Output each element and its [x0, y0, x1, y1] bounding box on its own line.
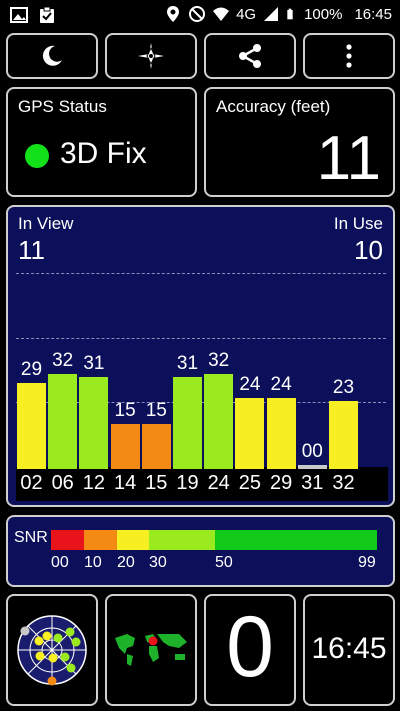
prn-label: 06: [51, 472, 74, 494]
snr-segment-red: [51, 530, 84, 550]
signal-bar: [110, 424, 140, 469]
prn-label: 32: [332, 472, 355, 494]
satellite-signal-panel[interactable]: In View 11 In Use 10 29 02 32 06 31 12 15 14 15 1…: [6, 205, 395, 507]
signal-bar: [79, 376, 109, 469]
gps-status-label: GPS Status: [18, 97, 107, 116]
signal-bar: [329, 400, 358, 469]
battery-icon: [287, 8, 293, 20]
bar-value-label: 31: [83, 352, 105, 374]
signal-bar: [266, 397, 296, 469]
snr-scale-panel: SNR 00 10 20 30 50 99: [6, 515, 395, 587]
gps-fix-value: 3D Fix: [60, 137, 147, 170]
snr-tick: 50: [215, 554, 233, 571]
night-mode-button[interactable]: [6, 33, 98, 79]
signal-bar: [17, 382, 46, 469]
prn-label: 15: [145, 472, 168, 494]
clock-tile[interactable]: 16:45: [303, 594, 395, 706]
compass-icon: [138, 43, 164, 69]
accuracy-value: 11: [316, 124, 381, 193]
bar-value-label: 24: [270, 373, 292, 395]
status-time: 16:45: [354, 5, 392, 23]
prn-label: 29: [269, 472, 293, 494]
bar-value-label: 15: [145, 400, 167, 422]
counter-value: 0: [226, 599, 274, 695]
image-notification-icon: [10, 7, 28, 23]
snr-tick: 20: [117, 554, 135, 571]
moon-icon: [42, 45, 62, 66]
signal-bar: [204, 374, 234, 469]
bar-value-label: 32: [208, 350, 230, 371]
snr-segment-green: [215, 530, 377, 550]
network-type: 4G: [236, 5, 257, 23]
snr-tick: 00: [51, 554, 69, 571]
signal-bar: [141, 424, 171, 469]
share-icon: [239, 44, 261, 68]
counter-tile[interactable]: 0: [204, 594, 296, 706]
clipboard-check-icon: [40, 6, 54, 23]
snr-segment-yellow: [117, 530, 149, 550]
share-button[interactable]: [204, 33, 296, 79]
sky-plot-button[interactable]: [6, 594, 98, 706]
snr-segment-lightgreen: [149, 530, 215, 550]
bar-value-label: 23: [332, 376, 355, 398]
clock-value: 16:45: [311, 632, 387, 665]
compass-button[interactable]: [105, 33, 197, 79]
sky-plot-icon: [17, 615, 87, 686]
location-pin-icon: [167, 6, 180, 22]
snr-tick: 99: [358, 554, 376, 571]
overflow-menu-button[interactable]: [303, 33, 395, 79]
signal-bar: [173, 376, 202, 469]
prn-label: 24: [207, 472, 230, 494]
signal-bar: [48, 374, 78, 469]
battery-percent: 100%: [304, 5, 343, 23]
prn-label: 02: [20, 472, 43, 494]
gps-status-panel[interactable]: GPS Status 3D Fix: [6, 87, 197, 197]
prn-label: 31: [301, 472, 324, 494]
accuracy-label: Accuracy (feet): [216, 97, 331, 116]
status-bar: 4G 100% 16:45: [0, 0, 400, 30]
signal-bar: [235, 397, 265, 469]
signal-bar: [297, 465, 327, 469]
world-map-button[interactable]: [105, 594, 197, 706]
prn-label: 14: [113, 472, 137, 494]
snr-label: SNR: [14, 529, 48, 546]
prn-label: 25: [238, 472, 262, 494]
accuracy-panel[interactable]: Accuracy (feet) 11: [204, 87, 395, 197]
snr-bar-chart: 29 02 32 06 31 12 15 14 15 15 31 19 32 24 24 25 24 29 00 31…: [8, 207, 397, 509]
wifi-icon: [213, 7, 230, 21]
fix-indicator-icon: [25, 144, 49, 168]
bar-value-label: 00: [301, 441, 323, 462]
snr-tick: 30: [149, 554, 167, 571]
more-vert-icon: [346, 44, 352, 68]
signal-strength-icon: [264, 7, 279, 21]
prn-label: 19: [176, 472, 199, 494]
do-not-disturb-icon: [189, 6, 206, 22]
snr-tick: 10: [84, 554, 102, 571]
prn-label: 12: [82, 472, 106, 494]
world-map-icon: [113, 633, 189, 669]
snr-segment-orange: [84, 530, 117, 550]
